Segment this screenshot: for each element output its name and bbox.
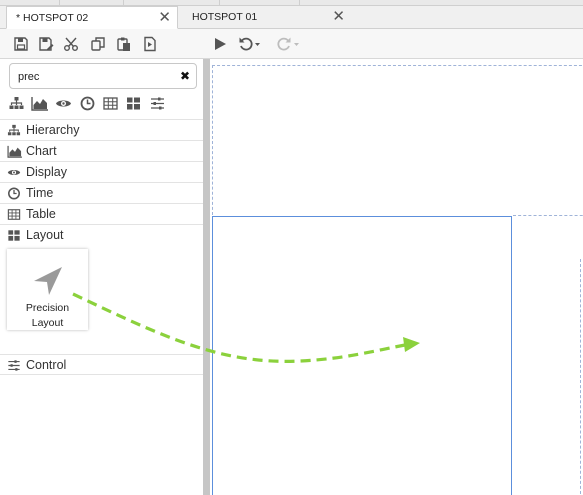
top-strip-segment bbox=[60, 0, 124, 5]
save-as-icon[interactable] bbox=[38, 36, 54, 52]
category-display[interactable]: Display bbox=[0, 161, 203, 182]
category-table[interactable]: Table bbox=[0, 203, 203, 224]
category-label: Time bbox=[26, 186, 54, 200]
close-icon[interactable]: ✕ bbox=[332, 6, 345, 27]
top-strip-segment bbox=[220, 0, 300, 5]
category-chart[interactable]: Chart bbox=[0, 140, 203, 161]
search-input[interactable] bbox=[18, 69, 168, 84]
chart-icon[interactable] bbox=[31, 96, 49, 111]
navigation-arrow-icon bbox=[34, 267, 62, 295]
cut-icon[interactable] bbox=[63, 36, 79, 52]
sliders-icon[interactable] bbox=[150, 96, 165, 111]
play-icon[interactable] bbox=[212, 36, 228, 52]
category-label: Display bbox=[26, 165, 67, 179]
undo-icon[interactable] bbox=[238, 36, 260, 52]
hierarchy-icon bbox=[7, 124, 21, 136]
category-label: Chart bbox=[26, 144, 57, 158]
paste-icon[interactable] bbox=[116, 36, 132, 52]
export-icon[interactable] bbox=[142, 36, 158, 52]
category-control[interactable]: Control bbox=[0, 354, 203, 375]
table-icon[interactable] bbox=[103, 96, 118, 111]
layout-panel-selected[interactable] bbox=[212, 216, 512, 495]
top-strip-segment bbox=[124, 0, 220, 5]
sliders-icon bbox=[8, 360, 20, 371]
toolbar bbox=[0, 29, 583, 59]
component-label: Precision Layout bbox=[7, 301, 88, 331]
precision-layout-component[interactable]: Precision Layout bbox=[7, 249, 88, 330]
clock-icon[interactable] bbox=[80, 96, 95, 111]
layout-panel-right[interactable] bbox=[513, 215, 583, 495]
layout-panel-top[interactable] bbox=[212, 65, 583, 215]
eye-icon bbox=[7, 170, 21, 175]
layout-icon bbox=[8, 230, 20, 241]
tab-hotspot-01[interactable]: HOTSPOT 01 ✕ bbox=[183, 6, 351, 29]
save-icon[interactable] bbox=[13, 36, 29, 52]
eye-icon[interactable] bbox=[55, 96, 72, 111]
category-label: Table bbox=[26, 207, 56, 221]
component-label-line2: Layout bbox=[31, 317, 64, 329]
close-icon[interactable]: ✕ bbox=[158, 7, 171, 28]
layout-icon[interactable] bbox=[126, 96, 141, 111]
category-label: Hierarchy bbox=[26, 123, 80, 137]
category-label: Control bbox=[26, 358, 67, 372]
top-strip-segment bbox=[0, 0, 60, 5]
chart-icon bbox=[7, 145, 22, 158]
clock-icon bbox=[8, 187, 20, 200]
layout-panel-edge bbox=[580, 259, 581, 495]
copy-icon[interactable] bbox=[90, 36, 106, 52]
search-box[interactable]: ✖ bbox=[9, 63, 197, 89]
category-time[interactable]: Time bbox=[0, 182, 203, 203]
tab-label: * HOTSPOT 02 bbox=[16, 12, 89, 24]
tab-bar: * HOTSPOT 02 ✕ HOTSPOT 01 ✕ bbox=[0, 6, 583, 29]
panel-splitter[interactable] bbox=[203, 59, 210, 495]
filter-icon-row bbox=[9, 95, 199, 113]
tab-hotspot-02[interactable]: * HOTSPOT 02 ✕ bbox=[6, 6, 178, 29]
tab-label: HOTSPOT 01 bbox=[192, 11, 258, 23]
clear-search-icon[interactable]: ✖ bbox=[180, 68, 190, 84]
category-hierarchy[interactable]: Hierarchy bbox=[0, 119, 203, 140]
component-label-line1: Precision bbox=[25, 302, 70, 314]
category-label: Layout bbox=[26, 228, 64, 242]
category-layout[interactable]: Layout bbox=[0, 224, 203, 245]
redo-icon[interactable] bbox=[277, 36, 299, 52]
table-icon bbox=[7, 209, 21, 220]
design-canvas[interactable] bbox=[210, 59, 583, 495]
hierarchy-icon[interactable] bbox=[9, 96, 24, 111]
